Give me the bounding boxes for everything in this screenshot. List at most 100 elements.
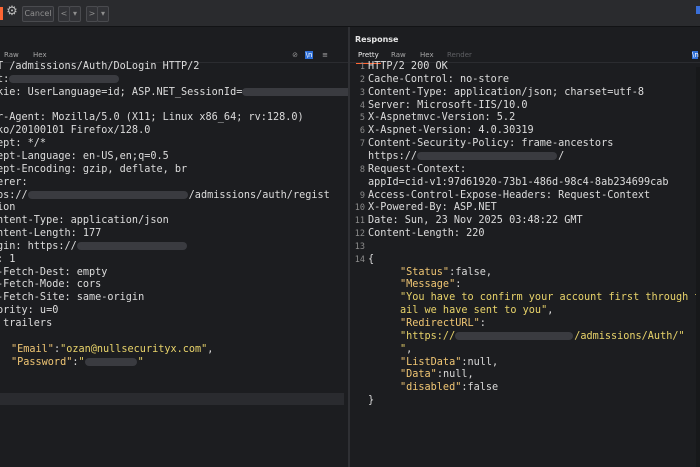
json-key: "Data" — [400, 369, 437, 381]
line-text: appId=cid-v1:97d61920-73b1-486d-98c4-8ab… — [368, 176, 669, 188]
json-key: "Status" — [400, 266, 450, 278]
code-line: "disabled":false — [400, 382, 498, 395]
line-number: 11 — [354, 216, 365, 227]
forward-history-dropdown[interactable]: ▾ — [97, 6, 109, 22]
code-line: X-Aspnet-Version: 4.0.30319 — [368, 125, 534, 138]
json-string: ail we have sent to you" — [400, 305, 548, 317]
code-line: erer: — [0, 177, 28, 190]
line-number: 4 — [359, 100, 365, 111]
back-history-dropdown[interactable]: ▾ — [69, 6, 81, 22]
tab-hex[interactable]: Hex — [33, 50, 47, 61]
code-line: ntent-Length: 177 — [0, 228, 101, 241]
line-number: 2 — [359, 74, 365, 85]
send-indicator[interactable] — [0, 7, 3, 20]
code-line: T /admissions/Auth/DoLogin HTTP/2 — [0, 61, 199, 74]
code-line: HTTP/2 200 OK — [368, 61, 448, 74]
line-number: 13 — [354, 241, 365, 252]
response-pane: Response Pretty Raw Hex Render \n 123456… — [350, 27, 700, 467]
tab-hex[interactable]: Hex — [420, 50, 434, 61]
line-text: X-Powered-By: ASP.NET — [368, 202, 497, 214]
toolbar: ⚙ Cancel < ▾ > ▾ — [0, 0, 700, 27]
code-line: ept-Encoding: gzip, deflate, br — [0, 164, 187, 177]
line-number: 7 — [359, 139, 365, 150]
line-number: 3 — [359, 87, 365, 98]
gear-icon[interactable]: ⚙ — [5, 5, 19, 19]
code-line: X-Aspnetmvc-Version: 5.2 — [368, 112, 515, 125]
line-text: ko/20100101 Firefox/128.0 — [0, 125, 151, 137]
code-line: Date: Sun, 23 Nov 2025 03:48:22 GMT — [368, 215, 583, 228]
line-text: gin: https:// — [0, 240, 77, 252]
code-line: kie: UserLanguage=id; ASP.NET_SessionId= — [0, 87, 363, 100]
json-punctuation: , — [485, 266, 493, 278]
code-line: r-Agent: Mozilla/5.0 (X11; Linux x86_64;… — [0, 112, 304, 125]
json-key: "Email" — [11, 343, 54, 355]
line-text: Request-Context: — [368, 163, 467, 175]
vertical-scrollbar[interactable] — [696, 67, 700, 467]
line-text: / — [558, 150, 565, 162]
line-text: /admissions/auth/regist — [188, 189, 330, 201]
tab-render: Render — [447, 51, 472, 59]
json-comma: , — [207, 343, 214, 355]
line-text: kie: UserLanguage=id; ASP.NET_SessionId= — [0, 86, 243, 98]
code-line: Content-Length: 220 — [368, 228, 485, 241]
cancel-button[interactable]: Cancel — [22, 6, 54, 22]
json-punctuation: : — [479, 318, 486, 329]
json-close-brace: } — [368, 395, 375, 407]
code-line: } — [368, 395, 374, 408]
newline-toggle-icon[interactable]: \n — [305, 51, 313, 59]
line-number: 1 — [359, 62, 365, 72]
code-line: -Fetch-Mode: cors — [0, 279, 101, 292]
json-string: "You have to confirm your account first … — [400, 292, 700, 304]
json-key: "disabled" — [400, 382, 462, 394]
json-key: "Message" — [400, 279, 456, 291]
hide-icon[interactable]: ⊘ — [291, 51, 299, 59]
line-text: t: — [0, 73, 10, 85]
line-text: { — [368, 253, 375, 265]
menu-icon[interactable]: ≡ — [321, 51, 329, 59]
line-text: X-Aspnetmvc-Version: 5.2 — [368, 112, 516, 124]
redacted-value — [27, 190, 188, 199]
code-line: t: — [0, 74, 120, 87]
code-line: ion — [0, 202, 15, 215]
tab-pretty[interactable]: Pretty — [356, 50, 381, 64]
line-text: ept-Encoding: gzip, deflate, br — [0, 163, 188, 175]
line-text: r-Agent: Mozilla/5.0 (X11; Linux x86_64;… — [0, 112, 304, 124]
line-number: 12 — [354, 229, 365, 240]
line-text: https:// — [368, 150, 418, 162]
json-punctuation: false — [467, 382, 499, 394]
code-line: gin: https:// — [0, 241, 188, 254]
redacted-value — [84, 357, 137, 366]
code-line: Cache-Control: no-store — [368, 74, 509, 87]
line-text: trailers — [0, 318, 53, 329]
line-number: 6 — [359, 126, 365, 137]
line-text: Date: Sun, 23 Nov 2025 03:48:22 GMT — [368, 215, 583, 227]
code-line: Access-Control-Expose-Headers: Request-C… — [368, 190, 650, 203]
json-punctuation: false — [455, 266, 486, 278]
code-line: trailers — [0, 318, 52, 331]
line-number: 10 — [354, 203, 365, 214]
code-line: : 1 — [0, 254, 15, 267]
line-text: Access-Control-Expose-Headers: Request-C… — [368, 189, 651, 201]
code-line: Server: Microsoft-IIS/10.0 — [368, 100, 527, 113]
line-text: : 1 — [0, 253, 16, 265]
line-text: ept: */* — [0, 138, 47, 150]
tab-raw[interactable]: Raw — [4, 50, 19, 61]
json-key: "Password" — [11, 356, 73, 368]
json-key: "RedirectURL" — [400, 318, 480, 329]
code-line: Content-Security-Policy: frame-ancestors — [368, 138, 613, 151]
code-line: https:// / — [368, 151, 564, 164]
code-line: -Fetch-Dest: empty — [0, 267, 107, 280]
code-line: { — [368, 254, 374, 267]
json-punctuation: , — [492, 356, 499, 368]
tab-raw[interactable]: Raw — [391, 50, 406, 61]
newline-toggle-icon[interactable]: \n — [692, 51, 699, 59]
line-number: 9 — [359, 190, 365, 201]
code-line: "https:// /admissions/Auth/" — [400, 331, 685, 344]
cursor-line — [0, 393, 344, 405]
code-line: "Password":" " — [11, 357, 144, 370]
code-line: "ListData":null, — [400, 357, 498, 370]
line-text: ept-Language: en-US,en;q=0.5 — [0, 150, 169, 162]
code-line: ority: u=0 — [0, 305, 58, 318]
request-pane: Raw Hex ⊘ \n ≡ T /admissions/Auth/DoLogi… — [0, 27, 363, 467]
layout-icon[interactable] — [696, 6, 700, 14]
